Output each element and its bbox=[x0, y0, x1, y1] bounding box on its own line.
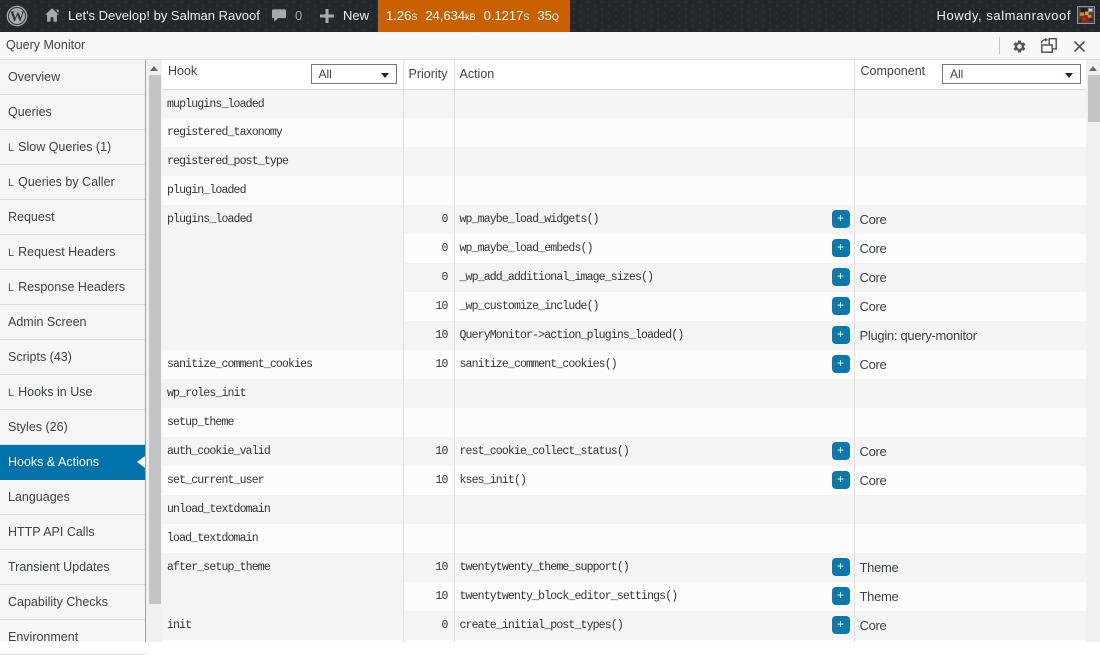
svg-text:W: W bbox=[10, 9, 25, 25]
